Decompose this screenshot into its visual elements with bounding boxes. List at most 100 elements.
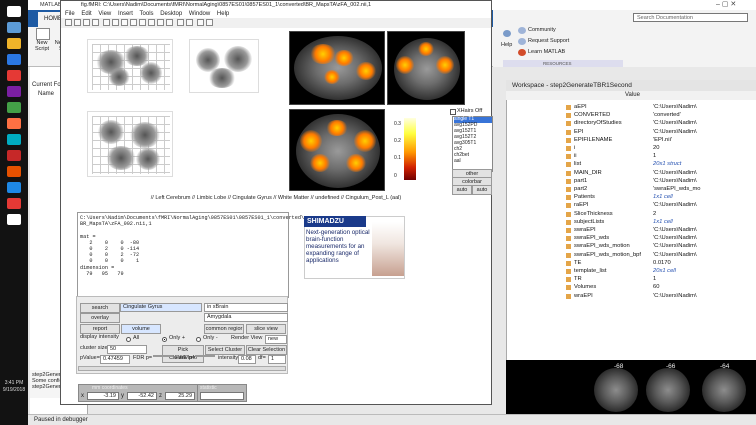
workspace-row[interactable]: swraEPI 'C:\Users\Nadim\	[534, 226, 756, 234]
search-documentation-input[interactable]: Search Documentation	[633, 13, 748, 22]
menu-view[interactable]: View	[98, 11, 111, 17]
workspace-row[interactable]: swraEPI_wds 'C:\Users\Nadim\	[534, 234, 756, 242]
request-support-link[interactable]: Request Support	[528, 38, 569, 45]
radio-all[interactable]	[126, 337, 131, 342]
taskbar-app-icon[interactable]	[7, 134, 21, 145]
window-controls[interactable]: – ▢ ✕	[716, 0, 756, 10]
axial-view[interactable]	[289, 109, 385, 191]
search-button[interactable]: search	[80, 303, 120, 313]
taskbar-app-icon[interactable]	[7, 214, 21, 225]
open-icon[interactable]	[74, 19, 81, 26]
workspace-row[interactable]: aEPI 'C:\Users\Nadim\	[534, 103, 756, 111]
pvalue-input[interactable]: 0.47459	[100, 355, 130, 364]
new-script-button[interactable]: New Script	[30, 40, 54, 52]
link-icon[interactable]	[166, 19, 173, 26]
overlay-select[interactable]: Amygdala	[204, 313, 288, 322]
overlay-button[interactable]: overlay	[80, 313, 120, 323]
workspace-row[interactable]: raEPI 'C:\Users\Nadim\	[534, 201, 756, 209]
workspace-row[interactable]: part1 'C:\Users\Nadim\	[534, 177, 756, 185]
save-icon[interactable]	[83, 19, 90, 26]
clear-selection-button[interactable]: Clear Selection	[246, 345, 287, 355]
glass-brain-axial[interactable]	[87, 111, 173, 177]
menu-file[interactable]: File	[65, 11, 75, 17]
menu-window[interactable]: Window	[189, 11, 210, 17]
workspace-row[interactable]: SliceThickness 2	[534, 210, 756, 218]
workspace-row[interactable]: ii 1	[534, 152, 756, 160]
hide-tools-icon[interactable]	[197, 19, 204, 26]
cluster-size-input[interactable]: 50	[107, 345, 147, 354]
search-scope-select[interactable]: in xBrain	[204, 303, 288, 312]
menu-help[interactable]: Help	[217, 11, 229, 17]
workspace-row[interactable]: EPIFILENAME 'EPI.nii'	[534, 136, 756, 144]
fdr-input[interactable]	[153, 355, 173, 357]
taskbar-app-icon[interactable]	[7, 6, 21, 17]
search-field[interactable]: Cingulate Gyrus	[120, 303, 202, 312]
workspace-row[interactable]: list 20x1 struct	[534, 160, 756, 168]
volume-button[interactable]: volume	[121, 324, 161, 334]
menu-tools[interactable]: Tools	[140, 11, 154, 17]
taskbar-app-icon[interactable]	[7, 150, 21, 161]
pan-icon[interactable]	[130, 19, 137, 26]
community-link[interactable]: Community	[528, 27, 556, 34]
taskbar-app-icon[interactable]	[7, 118, 21, 129]
radio-only-minus[interactable]	[196, 337, 201, 342]
rotate-icon[interactable]	[139, 19, 146, 26]
sagittal-view[interactable]	[289, 31, 385, 105]
workspace-row[interactable]: swraEPI_wds_motion_bpf 'C:\Users\Nadim\	[534, 251, 756, 259]
df-input[interactable]: 1	[268, 355, 286, 364]
menu-insert[interactable]: Insert	[118, 11, 133, 17]
template-option[interactable]: aal	[454, 158, 461, 165]
workspace-row[interactable]: directoryOfStudies 'C:\Users\Nadim\	[534, 119, 756, 127]
menu-edit[interactable]: Edit	[81, 11, 91, 17]
folder-column-name[interactable]: Name	[38, 91, 54, 97]
legend-icon[interactable]	[186, 19, 193, 26]
threshold-slider[interactable]	[78, 366, 286, 371]
learn-matlab-link[interactable]: Learn MATLAB	[528, 49, 565, 56]
glass-brain-sagittal[interactable]	[87, 39, 173, 93]
workspace-row[interactable]: wraEPI 'C:\Users\Nadim\	[534, 292, 756, 300]
intensity-input[interactable]: 0.08	[238, 355, 256, 364]
workspace-row[interactable]: i 20	[534, 144, 756, 152]
x-coordinate-input[interactable]: -3.19	[87, 392, 119, 400]
workspace-row[interactable]: TE 0.0170	[534, 259, 756, 267]
print-icon[interactable]	[92, 19, 99, 26]
common-region-button[interactable]: common regior	[204, 324, 244, 334]
new-figure-icon[interactable]	[65, 19, 72, 26]
workspace-row[interactable]: CONVERTED 'converted'	[534, 111, 756, 119]
taskbar-app-icon[interactable]	[7, 166, 21, 177]
taskbar-clock[interactable]: 3:41 PM 9/19/2018	[0, 380, 28, 394]
taskbar-app-icon[interactable]	[7, 182, 21, 193]
workspace-row[interactable]: swraEPI_wds_motion 'C:\Users\Nadim\	[534, 242, 756, 250]
workspace-row[interactable]: TR 1	[534, 275, 756, 283]
workspace-row[interactable]: part2 'swraEPI_wds_mo	[534, 185, 756, 193]
coronal-view[interactable]	[387, 31, 465, 105]
workspace-row[interactable]: template_list 20x1 cell	[534, 267, 756, 275]
taskbar-app-icon[interactable]	[7, 54, 21, 65]
zoom-in-icon[interactable]	[112, 19, 119, 26]
taskbar-app-icon[interactable]	[7, 198, 21, 209]
colorbar-icon[interactable]	[177, 19, 184, 26]
radio-only-plus[interactable]	[162, 337, 167, 342]
workspace-row[interactable]: MAIN_DIR 'C:\Users\Nadim\	[534, 169, 756, 177]
workspace-row[interactable]: Volumes 60	[534, 283, 756, 291]
taskbar-app-icon[interactable]	[7, 86, 21, 97]
taskbar-app-icon[interactable]	[7, 22, 21, 33]
taskbar-app-icon[interactable]	[7, 38, 21, 49]
help-button[interactable]: Help	[501, 42, 512, 49]
dock-icon[interactable]	[206, 19, 213, 26]
render-view-select[interactable]: new	[265, 335, 287, 344]
workspace-row[interactable]: Patients 1x1 cell	[534, 193, 756, 201]
workspace-row[interactable]: EPI 'C:\Users\Nadim\	[534, 128, 756, 136]
workspace-row[interactable]: subjectLists 1x1 cell	[534, 218, 756, 226]
taskbar-app-icon[interactable]	[7, 102, 21, 113]
taskbar-app-icon[interactable]	[7, 70, 21, 81]
zoom-out-icon[interactable]	[121, 19, 128, 26]
brush-icon[interactable]	[157, 19, 164, 26]
menu-desktop[interactable]: Desktop	[160, 11, 182, 17]
pointer-icon[interactable]	[103, 19, 110, 26]
datacursor-icon[interactable]	[148, 19, 155, 26]
workspace-value-column[interactable]: Value	[625, 91, 640, 100]
slice-view-button[interactable]: slice view	[246, 324, 286, 334]
y-coordinate-input[interactable]: -52.42	[127, 392, 157, 400]
fwe-input[interactable]	[195, 355, 215, 357]
